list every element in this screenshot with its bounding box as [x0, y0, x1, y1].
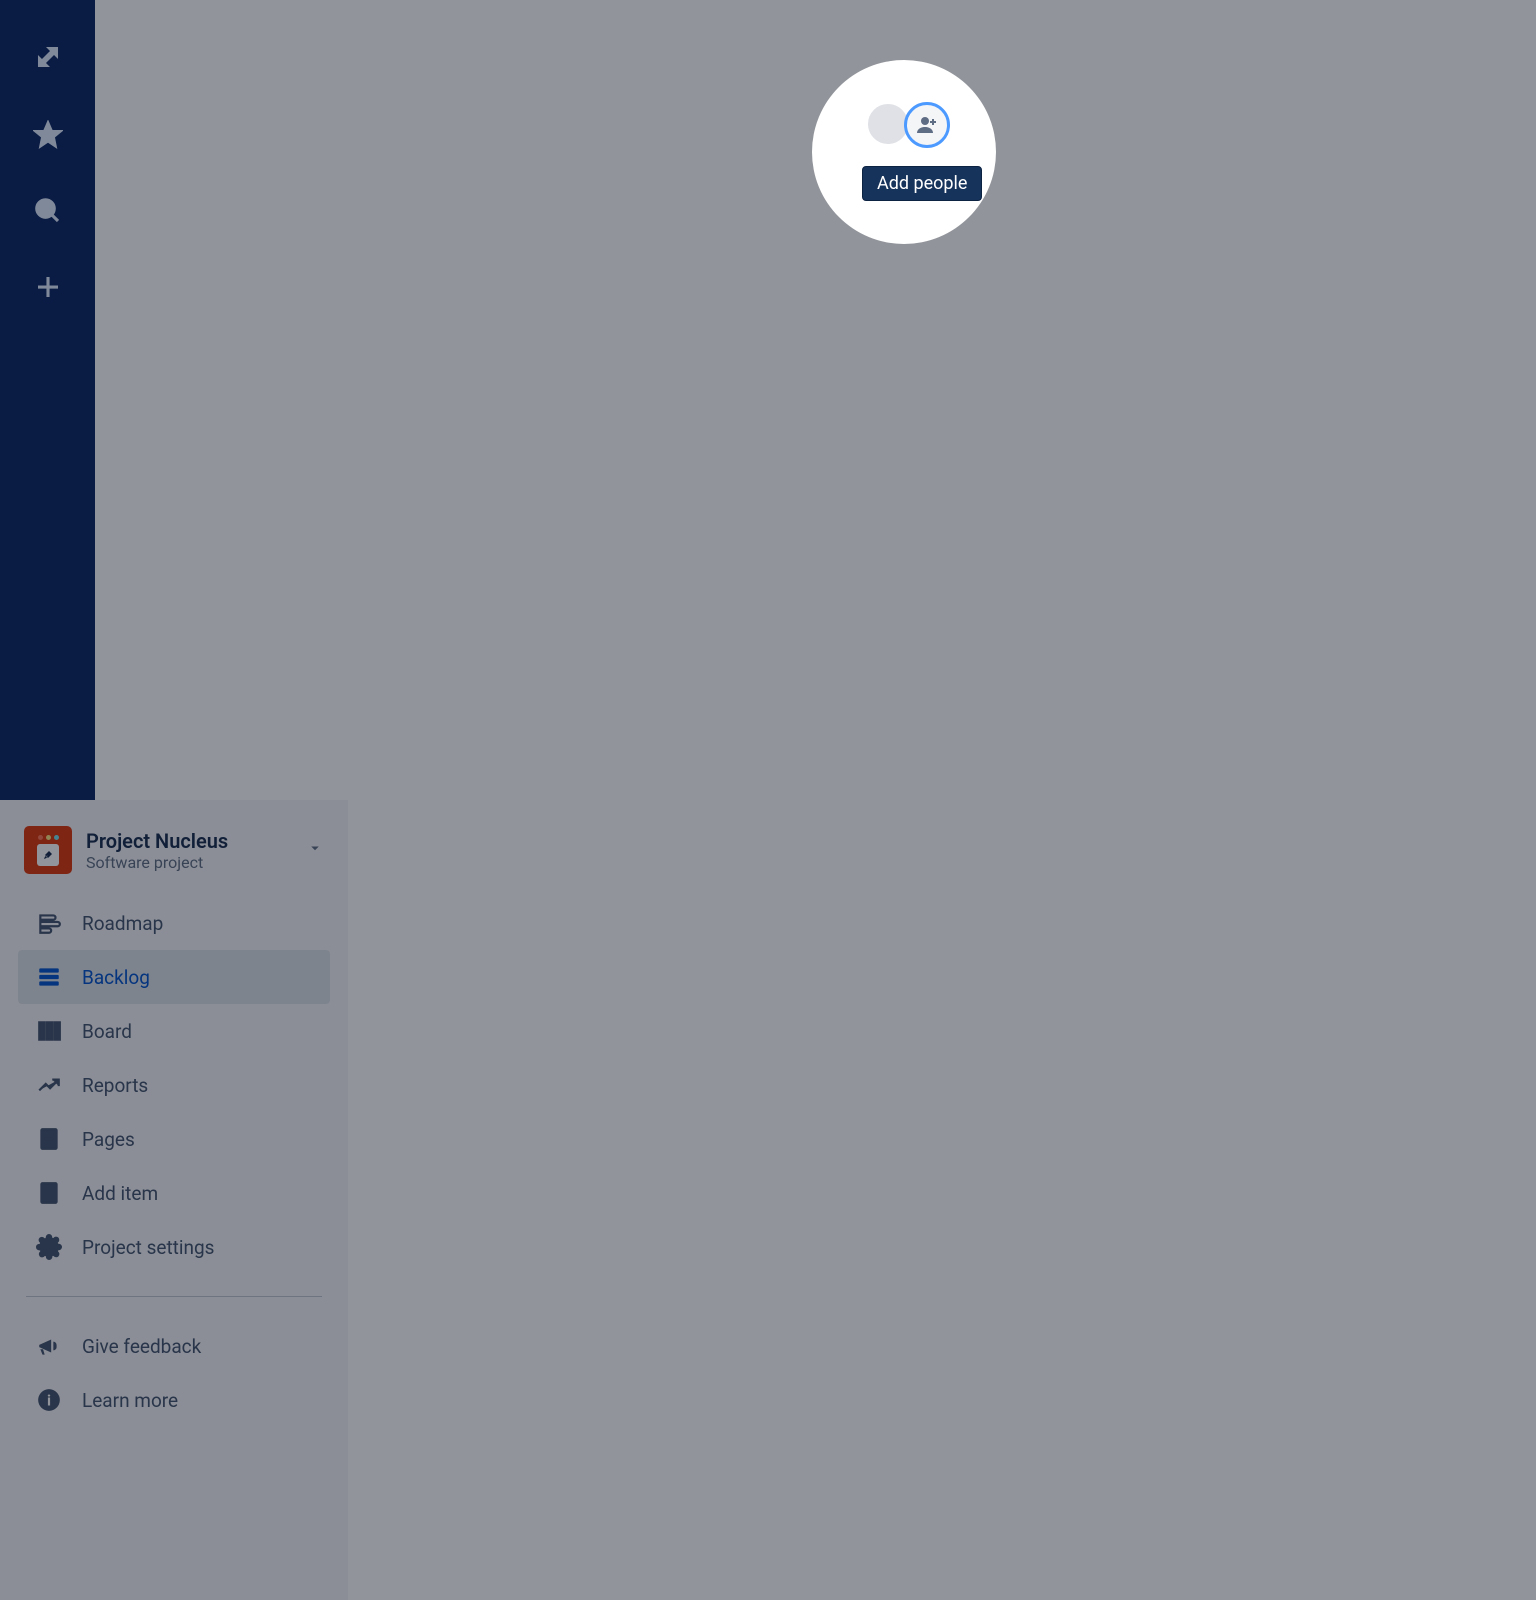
sidebar-item-board[interactable]: Board: [18, 1004, 330, 1058]
search-icon[interactable]: [33, 196, 63, 230]
nav-label: Board: [82, 1020, 132, 1043]
add-people-button[interactable]: [904, 102, 950, 148]
spotlight-content: Add people: [862, 102, 982, 201]
plus-icon[interactable]: [33, 272, 63, 306]
sidebar-item-pages[interactable]: Pages: [18, 1112, 330, 1166]
global-nav-rail: [0, 0, 95, 800]
nav-label: Roadmap: [82, 912, 163, 935]
sidebar-divider: [26, 1296, 322, 1297]
project-sidebar: Project Nucleus Software project Roadmap…: [0, 800, 348, 1600]
nav-label: Pages: [82, 1128, 135, 1151]
chevron-down-icon[interactable]: [306, 839, 324, 861]
sidebar-item-add-item[interactable]: Add item: [18, 1166, 330, 1220]
jira-logo-icon[interactable]: [31, 40, 65, 78]
nav-label: Reports: [82, 1074, 148, 1097]
nav-label: Learn more: [82, 1389, 178, 1412]
sidebar-item-backlog[interactable]: Backlog: [18, 950, 330, 1004]
project-type: Software project: [86, 853, 228, 872]
sidebar-item-roadmap[interactable]: Roadmap: [18, 896, 330, 950]
svg-text:i: i: [47, 1391, 51, 1409]
nav-label: Give feedback: [82, 1335, 201, 1358]
nav-label: Add item: [82, 1182, 158, 1205]
tooltip: Add people: [862, 166, 982, 201]
nav-label: Project settings: [82, 1236, 214, 1259]
sidebar-item-learn-more[interactable]: i Learn more: [18, 1373, 330, 1427]
sidebar-item-feedback[interactable]: Give feedback: [18, 1319, 330, 1373]
sidebar-item-project-settings[interactable]: Project settings: [18, 1220, 330, 1274]
project-avatar-icon: [24, 826, 72, 874]
project-name: Project Nucleus: [86, 829, 228, 853]
project-switcher[interactable]: Project Nucleus Software project: [18, 826, 330, 874]
sidebar-item-reports[interactable]: Reports: [18, 1058, 330, 1112]
star-icon[interactable]: [33, 120, 63, 154]
nav-label: Backlog: [82, 966, 150, 989]
